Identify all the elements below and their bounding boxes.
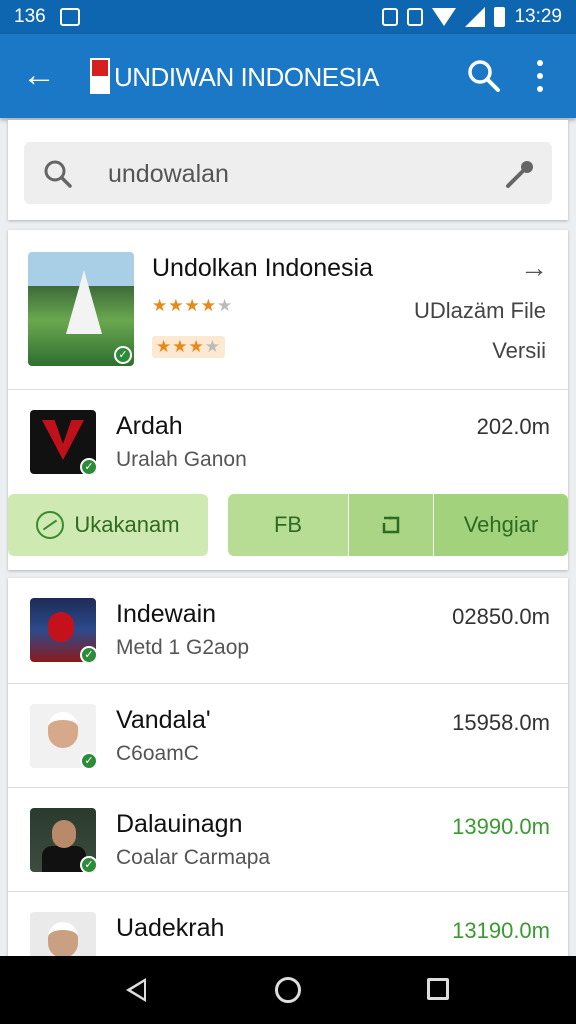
app-list: ✓ Indewain Metd 1 G2aop 02850.0m ✓ Vanda… bbox=[8, 578, 568, 958]
app-logo: ✓ bbox=[30, 410, 96, 474]
circle-slash-icon bbox=[36, 511, 65, 539]
item-name: Vandala' bbox=[116, 706, 211, 734]
more-options-icon[interactable] bbox=[526, 56, 554, 96]
featured-app[interactable]: ✓ Undolkan Indonesia ★★★★★ ★★★★ → UDlazä… bbox=[8, 230, 568, 390]
helmet-image bbox=[48, 612, 74, 642]
item-name: Dalauinagn bbox=[116, 810, 243, 838]
nfc-icon bbox=[382, 8, 399, 26]
star-icon: ★ bbox=[156, 337, 173, 357]
item-thumbnail: ✓ bbox=[30, 598, 96, 662]
item-name: Indewain bbox=[116, 600, 217, 628]
search-query-text: undowalan bbox=[108, 160, 229, 188]
star-icon: ★ bbox=[152, 296, 169, 316]
item-subtitle: C6oamC bbox=[116, 742, 199, 765]
featured-meta-version: Versii bbox=[492, 338, 546, 363]
item-size: 13190.0m bbox=[452, 918, 550, 943]
verified-check-icon: ✓ bbox=[80, 856, 96, 872]
item-name: Ardah bbox=[116, 412, 183, 440]
primary-action-label: Ukakanam bbox=[74, 512, 180, 537]
nav-home-icon[interactable] bbox=[275, 977, 301, 1003]
star-icon: ★ bbox=[217, 296, 234, 316]
rating-stars-primary: ★★★★★ bbox=[152, 296, 233, 316]
person-portrait bbox=[48, 712, 78, 748]
square-arrow-icon bbox=[382, 516, 400, 534]
indonesia-flag-icon bbox=[90, 58, 110, 94]
person-portrait bbox=[52, 820, 76, 848]
item-name: Uadekrah bbox=[116, 914, 225, 942]
signal-icon bbox=[465, 7, 486, 27]
star-icon: ★ bbox=[168, 296, 185, 316]
search-card: undowalan bbox=[8, 120, 568, 220]
nav-recents-icon[interactable] bbox=[427, 978, 449, 1000]
rating-stars-secondary: ★★★★ bbox=[152, 336, 225, 358]
star-icon: ★ bbox=[188, 337, 205, 357]
image-notification-icon bbox=[59, 8, 80, 26]
item-subtitle: Coalar Carmapa bbox=[116, 846, 271, 869]
system-nav-bar bbox=[0, 956, 576, 1024]
featured-app-thumbnail: ✓ bbox=[28, 252, 134, 366]
verified-check-icon: ✓ bbox=[80, 646, 96, 662]
primary-action-button[interactable]: Ukakanam bbox=[8, 494, 208, 556]
search-input[interactable]: undowalan bbox=[24, 142, 552, 204]
item-subtitle: Uralah Ganon bbox=[116, 448, 247, 471]
arrow-right-icon[interactable]: → bbox=[520, 252, 548, 284]
list-item[interactable]: Uadekrah 13190.0m bbox=[8, 892, 568, 958]
vibrate-icon bbox=[407, 8, 424, 26]
action-bar: Ukakanam FB Vehgiar bbox=[8, 494, 568, 556]
fb-label: FB bbox=[273, 512, 303, 537]
square-arrow-button[interactable] bbox=[349, 494, 433, 556]
item-thumbnail: ✓ bbox=[30, 704, 96, 768]
item-thumbnail: ✓ bbox=[30, 808, 96, 872]
battery-icon bbox=[494, 7, 506, 27]
search-icon[interactable] bbox=[466, 58, 502, 94]
nav-back-icon[interactable] bbox=[126, 978, 146, 1002]
verified-check-icon: ✓ bbox=[80, 458, 96, 474]
featured-app-title: Undolkan Indonesia bbox=[152, 254, 373, 282]
status-left-text: 136 bbox=[14, 6, 46, 27]
star-icon: ★ bbox=[172, 337, 189, 357]
item-size: 15958.0m bbox=[452, 710, 550, 735]
star-icon: ★ bbox=[184, 296, 201, 316]
star-icon: ★ bbox=[204, 337, 221, 357]
item-size: 02850.0m bbox=[452, 604, 550, 629]
item-thumbnail bbox=[30, 912, 96, 958]
list-item[interactable]: ✓ Indewain Metd 1 G2aop 02850.0m bbox=[8, 578, 568, 684]
person-body bbox=[42, 846, 86, 872]
list-item[interactable]: ✓ Ardah Uralah Ganon 202.0m bbox=[8, 390, 568, 494]
last-action-button[interactable]: Vehgiar bbox=[434, 494, 568, 556]
search-icon bbox=[44, 160, 72, 188]
verified-check-icon: ✓ bbox=[80, 752, 96, 768]
v-logo-icon bbox=[42, 420, 84, 460]
fb-button[interactable]: FB bbox=[228, 494, 348, 556]
item-size: 13990.0m bbox=[452, 814, 550, 839]
status-bar: 136 13:29 bbox=[0, 0, 576, 34]
verified-check-icon: ✓ bbox=[114, 346, 132, 364]
monument-image bbox=[66, 270, 102, 334]
featured-meta-file: UDlazäm File bbox=[413, 298, 546, 323]
item-subtitle: Metd 1 G2aop bbox=[116, 636, 250, 659]
item-size: 202.0m bbox=[476, 414, 550, 439]
star-icon: ★ bbox=[200, 296, 217, 316]
list-item[interactable]: ✓ Dalauinagn Coalar Carmapa 13990.0m bbox=[8, 788, 568, 892]
app-bar: ← UNDIWAN INDONESIA bbox=[0, 34, 576, 118]
list-item[interactable]: ✓ Vandala' C6oamC 15958.0m bbox=[8, 684, 568, 788]
mic-icon[interactable] bbox=[502, 156, 538, 192]
wifi-icon bbox=[432, 8, 457, 26]
person-portrait bbox=[48, 922, 78, 958]
last-action-label: Vehgiar bbox=[463, 512, 539, 537]
app-title: UNDIWAN INDONESIA bbox=[114, 62, 380, 92]
status-time: 13:29 bbox=[514, 6, 562, 27]
app-details-card: ✓ Undolkan Indonesia ★★★★★ ★★★★ → UDlazä… bbox=[8, 230, 568, 570]
back-arrow-icon[interactable]: ← bbox=[22, 56, 62, 96]
